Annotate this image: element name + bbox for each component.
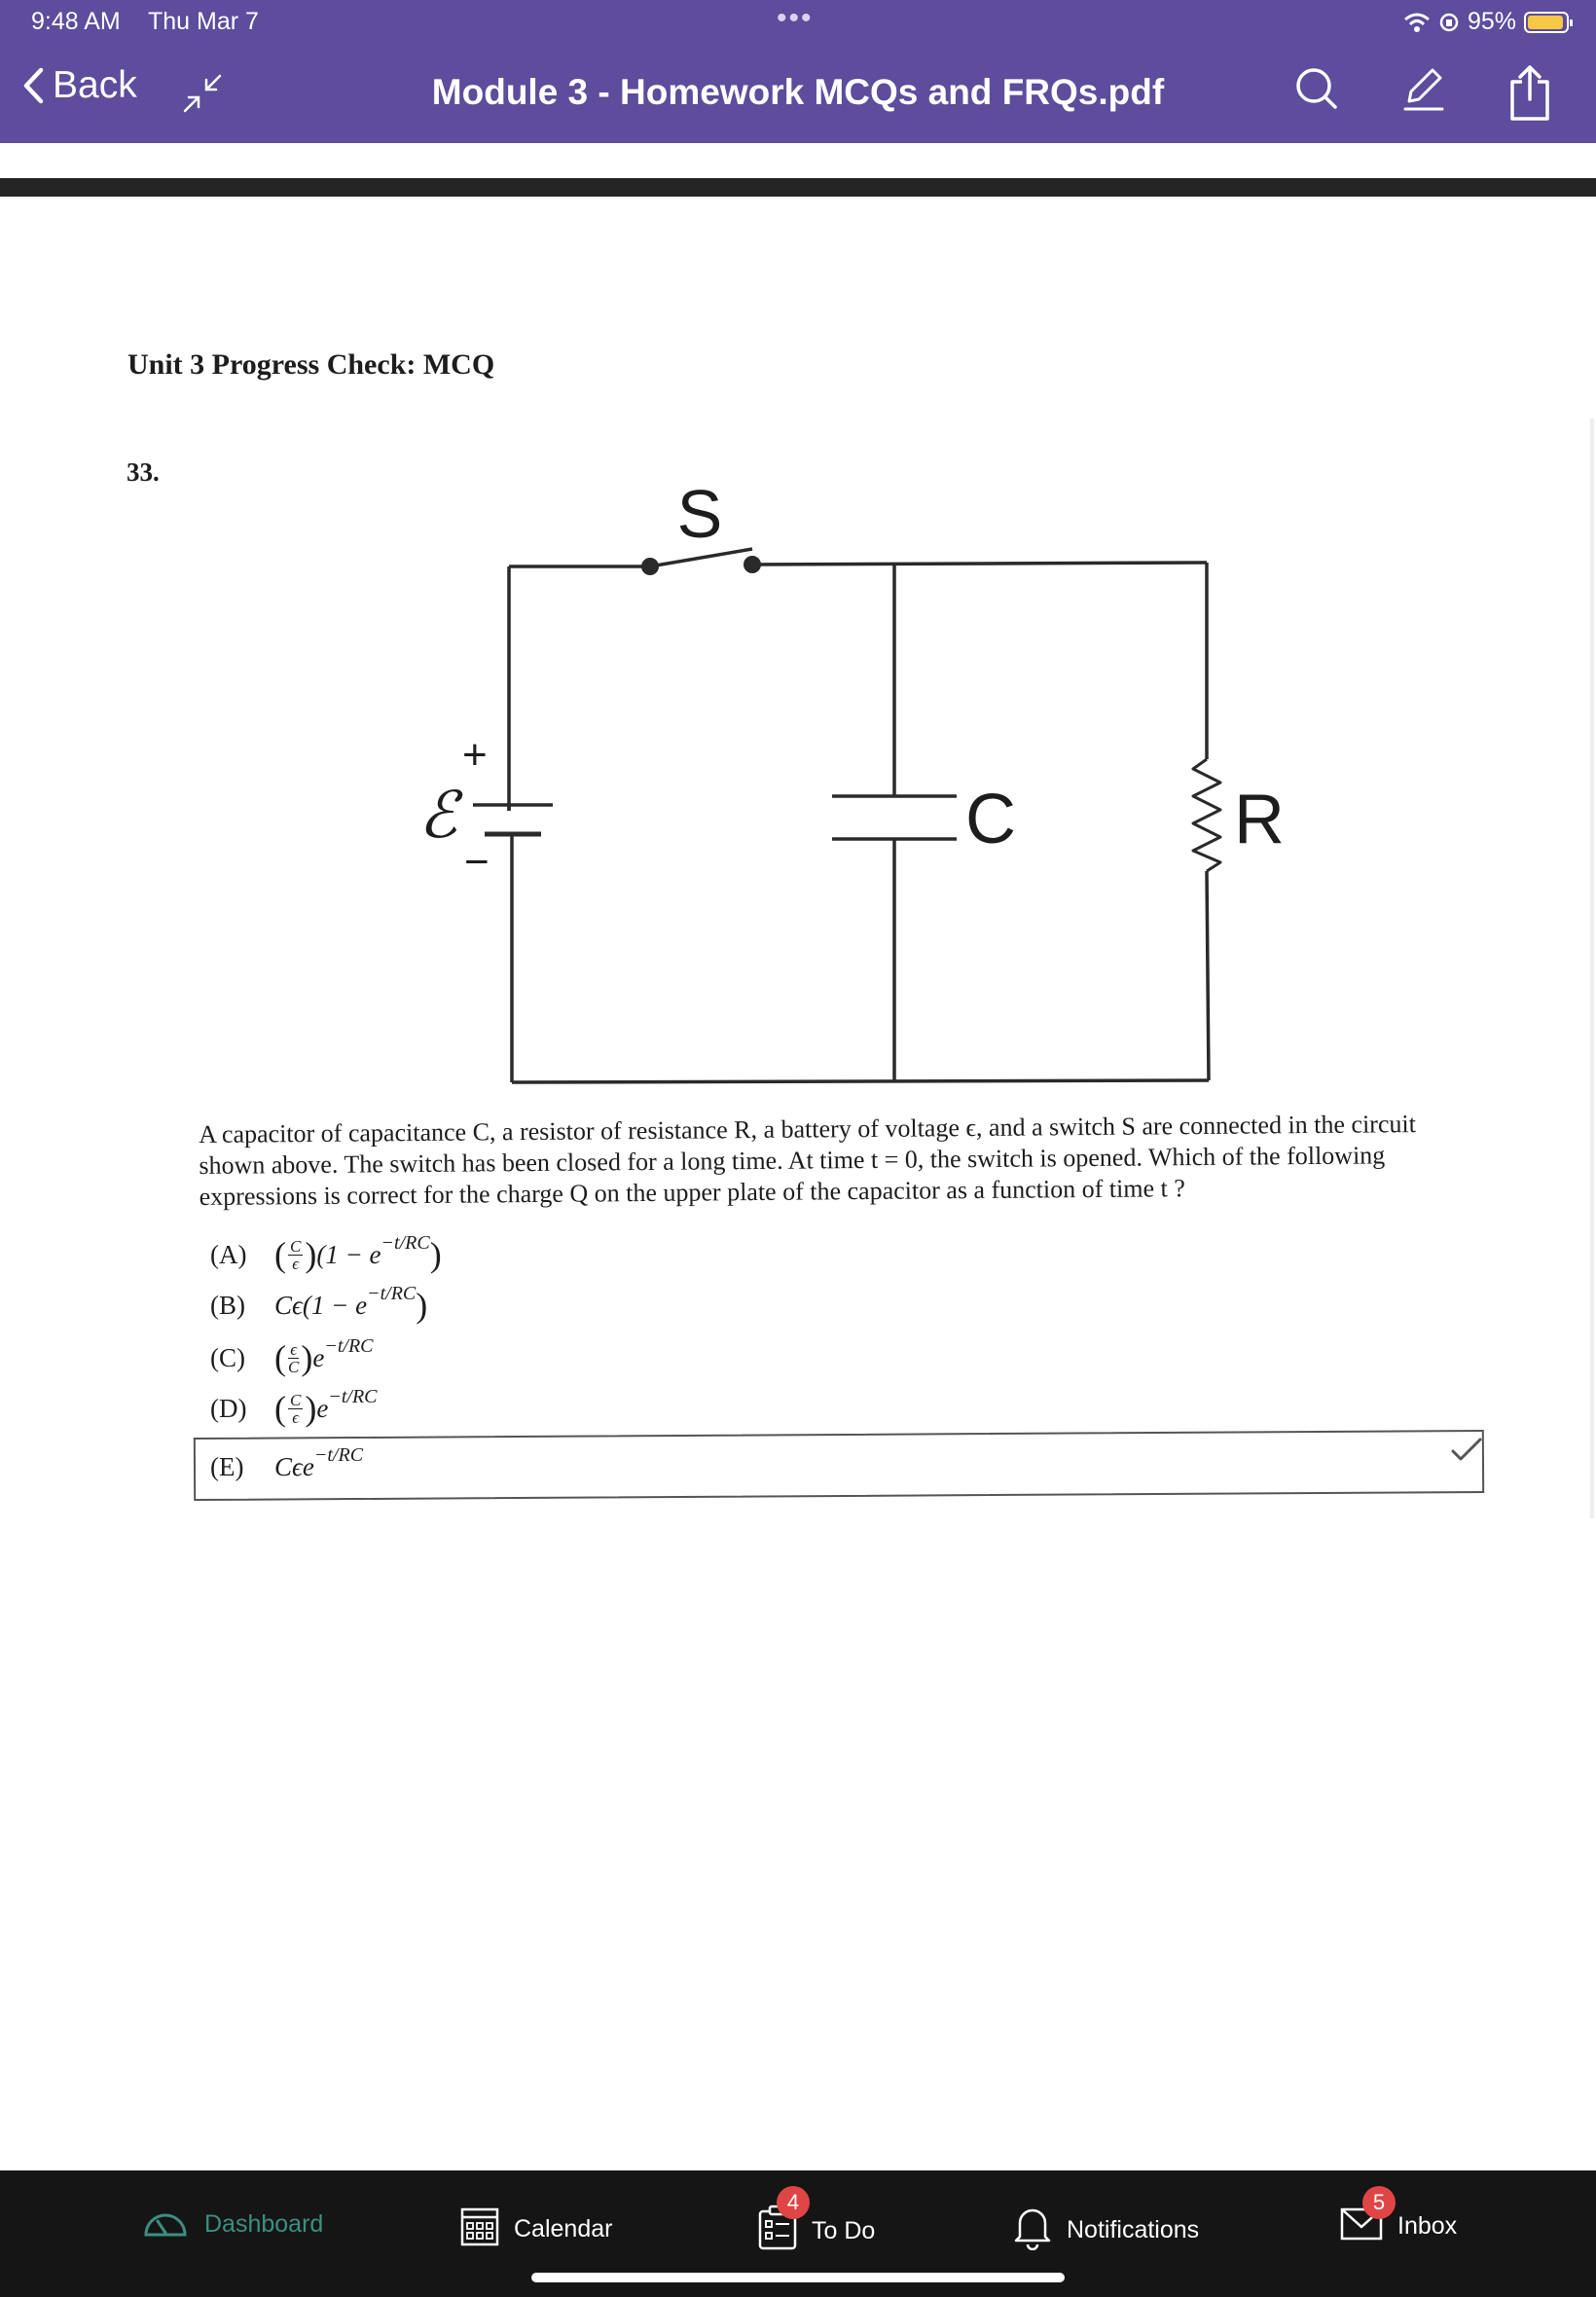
calendar-icon [459,2204,500,2255]
tab-label: Inbox [1397,2212,1458,2240]
checkmark-icon [1451,1438,1482,1461]
fraction-numerator: C [288,1390,304,1409]
wire-bottom [511,1078,1210,1084]
minus-label: − [464,838,490,886]
document-title: Module 3 - Homework MCQs and FRQs.pdf [431,72,1165,112]
question-number: 33. [127,457,160,487]
page-edge [1590,419,1594,1518]
answer-option-a[interactable]: (A) ( Cϵ ) (1 − e −t/RC ) [210,1232,442,1277]
battery-percent: 95% [1467,8,1516,35]
battery-icon [1524,11,1573,33]
page-top-edge [0,178,1596,197]
question-text: A capacitor of capacitance C, a resistor… [199,1110,1417,1211]
exponent: −t/RC [328,1385,378,1407]
battery-level [1528,15,1563,29]
fraction-numerator: C [288,1236,304,1256]
exponent: −t/RC [313,1443,364,1466]
status-indicators: 95% [1403,8,1573,36]
switch-contact-left [641,558,659,575]
app-header: 9:48 AM Thu Mar 7 ••• 95% Back Module 3 … [0,0,1596,143]
inbox-icon: 5 [1339,2186,1396,2249]
bell-icon [1012,2204,1053,2257]
switch-label: S [677,477,723,552]
answer-option-e[interactable]: (E) Cϵe −t/RC [210,1444,363,1489]
plus-label: + [462,731,488,779]
fraction-numerator: ϵ [288,1339,300,1359]
todo-icon: 4 [757,2186,810,2259]
fraction-denominator: ϵ [292,1407,300,1427]
wire-right-lower [1205,870,1211,1081]
answer-expression: ( Cϵ ) e −t/RC [274,1385,378,1429]
tab-to-do[interactable]: 4 To Do [757,2186,876,2259]
answer-letter: (C) [210,1342,245,1372]
answer-option-c[interactable]: (C) ( ϵC ) e −t/RC [210,1335,374,1380]
expression-body: (1 − e [316,1239,381,1269]
tab-label: Dashboard [204,2210,324,2238]
orientation-lock-icon [1439,13,1459,31]
inbox-badge: 5 [1362,2186,1396,2219]
expression-body: e [312,1342,325,1372]
tab-dashboard[interactable]: Dashboard [140,2204,323,2245]
status-date: Thu Mar 7 [148,8,259,35]
tab-notifications[interactable]: Notifications [1012,2204,1199,2257]
expression-body: Cϵ(1 − e [274,1290,368,1320]
answer-letter: (E) [210,1451,244,1481]
markup-pen-icon[interactable] [1401,64,1446,113]
dashboard-icon [140,2204,191,2245]
wifi-icon [1403,13,1430,32]
answer-expression: ( ϵC ) e −t/RC [274,1334,374,1378]
answer-expression: Cϵ(1 − e −t/RC ) [274,1282,428,1326]
expression-body: e [316,1393,329,1423]
fraction-denominator: C [288,1357,300,1376]
selected-answer-highlight [193,1429,1485,1502]
resistor-zigzag [1191,757,1222,873]
home-indicator[interactable] [531,2273,1065,2282]
answer-letter: (B) [210,1290,245,1320]
todo-badge: 4 [777,2186,810,2219]
page-heading: Unit 3 Progress Check: MCQ [127,348,495,381]
circuit-diagram: S ℰ + − C R [418,477,1285,1084]
answer-letter: (A) [210,1239,247,1269]
resistor-label: R [1234,781,1285,858]
exponent: −t/RC [367,1282,417,1304]
exponent: −t/RC [324,1334,374,1357]
answer-option-b[interactable]: (B) Cϵ(1 − e −t/RC ) [210,1283,427,1328]
switch-contact-right [744,556,761,573]
tab-label: Calendar [514,2215,613,2242]
share-icon[interactable] [1506,64,1553,123]
closing-paren: ) [429,1235,442,1274]
search-icon[interactable] [1294,64,1339,113]
tab-calendar[interactable]: Calendar [459,2204,612,2255]
capacitor-label: C [965,781,1016,858]
multitasking-menu-icon[interactable]: ••• [777,2,814,35]
tab-label: To Do [812,2217,876,2244]
status-time: 9:48 AM [31,8,121,35]
expression-body: Cϵe [274,1451,314,1481]
tab-label: Notifications [1067,2216,1200,2243]
wire-top-right [751,561,1208,566]
emf-label: ℰ [418,779,463,851]
answer-option-d[interactable]: (D) ( Cϵ ) e −t/RC [210,1386,378,1431]
answer-expression: ( Cϵ ) (1 − e −t/RC ) [274,1231,442,1275]
answer-expression: Cϵe −t/RC [274,1444,363,1482]
closing-paren: ) [416,1286,428,1325]
tab-inbox[interactable]: 5 Inbox [1339,2186,1458,2249]
answer-letter: (D) [210,1393,247,1423]
fraction-denominator: ϵ [292,1254,300,1273]
exponent: −t/RC [381,1231,430,1254]
